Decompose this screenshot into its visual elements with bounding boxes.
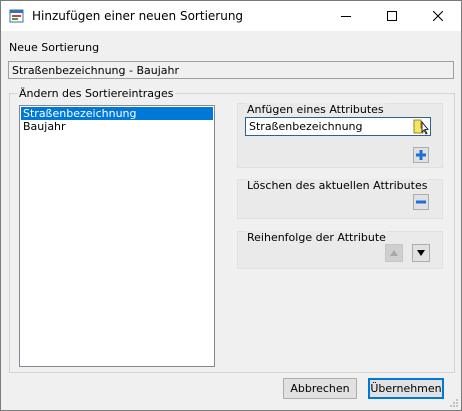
attribute-field[interactable]: Straßenbezeichnung (245, 117, 431, 136)
close-button[interactable] (415, 1, 461, 31)
plus-icon (416, 150, 426, 160)
delete-attribute-title: Löschen des aktuellen Attributes (246, 179, 429, 192)
cancel-button[interactable]: Abbrechen (283, 378, 357, 399)
attribute-picker-button[interactable] (410, 118, 430, 135)
sort-name-label: Neue Sortierung (9, 41, 100, 54)
attribute-order-title: Reihenfolge der Attribute (246, 231, 387, 244)
edit-sort-group-title: Ändern des Sortiereintrages (18, 87, 175, 100)
sort-entries-list[interactable]: Straßenbezeichnung Baujahr (19, 105, 215, 367)
move-down-button[interactable] (412, 244, 430, 262)
ok-button[interactable]: Übernehmen (368, 378, 444, 399)
add-attribute-button[interactable] (413, 147, 429, 163)
minimize-button[interactable] (323, 1, 369, 31)
minimize-icon (341, 16, 351, 17)
hand-pointer-icon (413, 119, 429, 135)
list-item[interactable]: Baujahr (21, 120, 213, 133)
sort-name-field: Straßenbezeichnung - Baujahr (8, 61, 454, 79)
resize-grip-icon[interactable] (449, 398, 459, 408)
delete-attribute-button[interactable] (413, 194, 429, 210)
move-up-icon (390, 250, 398, 256)
title-bar[interactable]: Hinzufügen einer neuen Sortierung (1, 1, 461, 31)
append-attribute-title: Anfügen eines Attributes (246, 103, 385, 116)
move-down-icon (417, 250, 425, 256)
maximize-button[interactable] (369, 1, 415, 31)
window-title: Hinzufügen einer neuen Sortierung (32, 9, 244, 23)
dialog-window: Hinzufügen einer neuen Sortierung Neue S… (0, 0, 462, 411)
minus-icon (416, 200, 426, 204)
close-icon (433, 11, 443, 21)
sort-app-icon (9, 8, 25, 24)
move-up-button[interactable] (385, 244, 403, 262)
list-item[interactable]: Straßenbezeichnung (21, 107, 213, 120)
maximize-icon (387, 11, 397, 21)
